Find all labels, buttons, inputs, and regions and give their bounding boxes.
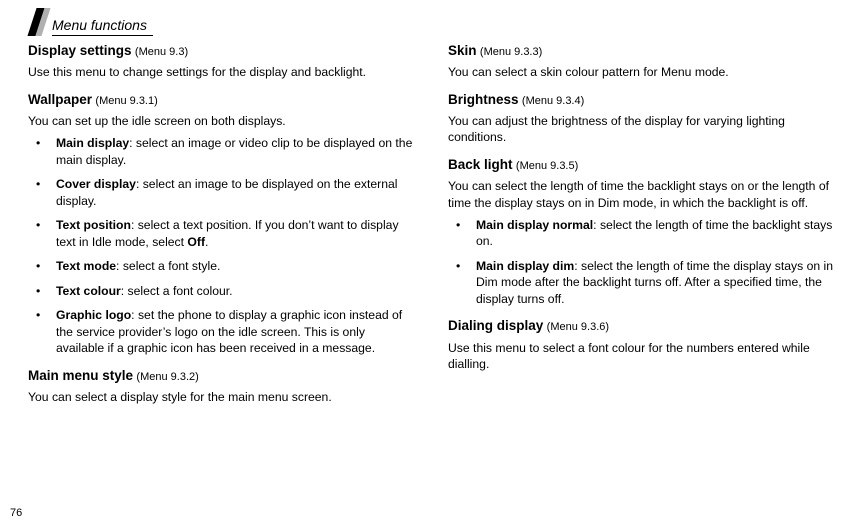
- section-title: Dialing display: [448, 318, 543, 333]
- list-item: Text position: select a text position. I…: [28, 217, 416, 250]
- section-title: Back light: [448, 157, 513, 172]
- section-brightness: Brightness (Menu 9.3.4) You can adjust t…: [448, 91, 836, 146]
- wallpaper-list: Main display: select an image or video c…: [28, 135, 416, 356]
- manual-page: Menu functions Display settings (Menu 9.…: [0, 0, 866, 525]
- off-word: Off: [187, 235, 205, 249]
- menu-ref: (Menu 9.3.4): [522, 95, 584, 107]
- item-label: Graphic logo: [56, 308, 131, 322]
- section-intro: You can adjust the brightness of the dis…: [448, 113, 836, 146]
- section-wallpaper: Wallpaper (Menu 9.3.1) You can set up th…: [28, 91, 416, 357]
- item-text: : select a font colour.: [121, 284, 233, 298]
- item-text: : select a font style.: [116, 259, 220, 273]
- section-backlight: Back light (Menu 9.3.5) You can select t…: [448, 156, 836, 308]
- list-item: Graphic logo: set the phone to display a…: [28, 307, 416, 356]
- right-column: Skin (Menu 9.3.3) You can select a skin …: [448, 42, 836, 415]
- section-dialing-display: Dialing display (Menu 9.3.6) Use this me…: [448, 317, 836, 372]
- header-accent-icon: [27, 8, 50, 36]
- left-column: Display settings (Menu 9.3) Use this men…: [28, 42, 416, 415]
- list-item: Text mode: select a font style.: [28, 258, 416, 274]
- list-item: Cover display: select an image to be dis…: [28, 176, 416, 209]
- item-label: Text colour: [56, 284, 121, 298]
- page-header: Menu functions: [32, 0, 838, 36]
- section-intro: Use this menu to select a font colour fo…: [448, 340, 836, 373]
- section-title: Skin: [448, 43, 477, 58]
- list-item: Text colour: select a font colour.: [28, 283, 416, 299]
- header-title: Menu functions: [52, 17, 153, 36]
- backlight-list: Main display normal: select the length o…: [448, 217, 836, 307]
- section-intro: You can select a display style for the m…: [28, 389, 416, 405]
- section-display-settings: Display settings (Menu 9.3) Use this men…: [28, 42, 416, 81]
- list-item: Main display normal: select the length o…: [448, 217, 836, 250]
- item-label: Text mode: [56, 259, 116, 273]
- item-label: Text position: [56, 218, 131, 232]
- menu-ref: (Menu 9.3.2): [136, 371, 198, 383]
- menu-ref: (Menu 9.3.3): [480, 46, 542, 58]
- section-title: Main menu style: [28, 368, 133, 383]
- list-item: Main display: select an image or video c…: [28, 135, 416, 168]
- section-title: Display settings: [28, 43, 132, 58]
- item-label: Main display normal: [476, 218, 593, 232]
- section-title: Wallpaper: [28, 92, 92, 107]
- item-label: Main display dim: [476, 259, 574, 273]
- section-main-menu-style: Main menu style (Menu 9.3.2) You can sel…: [28, 367, 416, 406]
- section-intro: Use this menu to change settings for the…: [28, 64, 416, 80]
- section-intro: You can set up the idle screen on both d…: [28, 113, 416, 129]
- section-skin: Skin (Menu 9.3.3) You can select a skin …: [448, 42, 836, 81]
- section-title: Brightness: [448, 92, 519, 107]
- menu-ref: (Menu 9.3.1): [95, 95, 157, 107]
- item-label: Cover display: [56, 177, 136, 191]
- menu-ref: (Menu 9.3.5): [516, 160, 578, 172]
- item-text-b: .: [205, 235, 208, 249]
- content-columns: Display settings (Menu 9.3) Use this men…: [28, 42, 838, 415]
- section-intro: You can select a skin colour pattern for…: [448, 64, 836, 80]
- section-intro: You can select the length of time the ba…: [448, 178, 836, 211]
- menu-ref: (Menu 9.3.6): [547, 321, 609, 333]
- page-number: 76: [10, 507, 22, 519]
- list-item: Main display dim: select the length of t…: [448, 258, 836, 307]
- item-label: Main display: [56, 136, 129, 150]
- menu-ref: (Menu 9.3): [135, 46, 188, 58]
